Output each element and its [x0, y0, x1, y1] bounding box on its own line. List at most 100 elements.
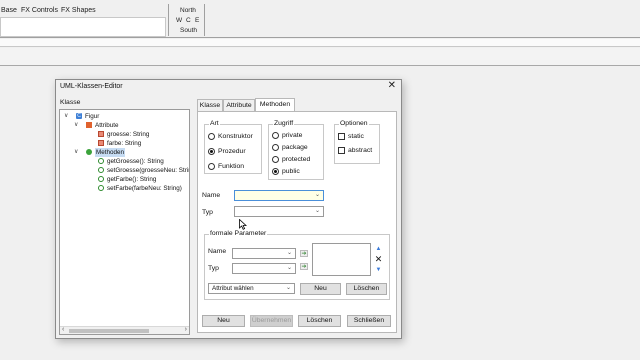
- radio-konstruktor[interactable]: Konstruktor: [208, 133, 253, 141]
- tree-node-attribute[interactable]: groesse: String: [98, 130, 149, 139]
- methods-panel: Art Konstruktor Prozedur Funktion Zugrif…: [197, 111, 397, 333]
- palette-tab-fx-controls[interactable]: FX Controls: [21, 7, 58, 14]
- compass-center[interactable]: C: [186, 17, 191, 24]
- method-icon: [98, 176, 104, 182]
- ruler-bar: [0, 39, 640, 47]
- checkbox-static[interactable]: static: [338, 133, 364, 141]
- class-icon: C: [76, 113, 82, 119]
- param-name-combo[interactable]: ⌄: [232, 248, 296, 259]
- radio-icon: [208, 133, 215, 140]
- tab-klasse[interactable]: Klasse: [197, 99, 223, 111]
- divider: [168, 4, 169, 36]
- method-icon: [98, 158, 104, 164]
- tree-node-class[interactable]: ∨ C Figur: [64, 112, 99, 121]
- attribute-folder-icon: [86, 122, 92, 128]
- tab-attribute[interactable]: Attribute: [223, 99, 255, 111]
- compass-east[interactable]: E: [195, 17, 199, 24]
- class-label: Klasse: [60, 99, 81, 106]
- checkbox-icon: [338, 147, 345, 154]
- scrollbar-thumb[interactable]: [69, 329, 149, 333]
- art-group: Art Konstruktor Prozedur Funktion: [204, 120, 262, 174]
- chevron-down-icon[interactable]: ⌄: [287, 264, 292, 273]
- compass-south[interactable]: South: [180, 27, 197, 34]
- radio-protected[interactable]: protected: [272, 156, 310, 164]
- add-type-arrow-icon[interactable]: ➔: [300, 263, 308, 270]
- typ-label: Typ: [202, 209, 213, 216]
- compass-north[interactable]: North: [180, 7, 196, 14]
- add-param-arrow-icon[interactable]: ➔: [300, 250, 308, 257]
- move-down-icon[interactable]: ▼: [374, 266, 383, 274]
- attribute-icon: [98, 131, 104, 137]
- method-icon: [98, 185, 104, 191]
- collapse-toggle[interactable]: ∨: [64, 112, 68, 121]
- scroll-left-icon[interactable]: ‹: [62, 326, 64, 333]
- radio-private[interactable]: private: [272, 132, 302, 140]
- radio-icon: [272, 144, 279, 151]
- component-palette: Base FX Controls FX Shapes North W C E S…: [0, 0, 640, 38]
- radio-icon: [208, 163, 215, 170]
- close-button[interactable]: Schließen: [347, 315, 391, 327]
- tree-node-methods[interactable]: ∨ Methoden: [74, 148, 126, 157]
- tree-node-attributes[interactable]: ∨ Attribute: [74, 121, 118, 130]
- new-button[interactable]: Neu: [202, 315, 245, 327]
- radio-prozedur[interactable]: Prozedur: [208, 148, 246, 156]
- tree-node-method[interactable]: setFarbe(farbeNeu: String): [98, 184, 182, 193]
- zugriff-group: Zugriff private package protected public: [268, 120, 324, 180]
- method-name-combo[interactable]: ⌄: [234, 190, 324, 201]
- delete-x-icon[interactable]: ✕: [374, 255, 383, 264]
- chevron-down-icon[interactable]: ⌄: [287, 249, 292, 258]
- mouse-cursor-icon: [239, 219, 247, 230]
- uml-class-editor-dialog: UML-Klassen-Editor ✕ Klasse ∨ C Figur ∨ A…: [55, 79, 402, 339]
- method-type-combo[interactable]: ⌄: [234, 206, 324, 217]
- group-title: formale Parameter: [209, 230, 268, 237]
- radio-public[interactable]: public: [272, 168, 300, 176]
- dialog-title: UML-Klassen-Editor: [60, 83, 123, 90]
- tree-node-method[interactable]: getFarbe(): String: [98, 175, 156, 184]
- chevron-down-icon[interactable]: ⌄: [315, 207, 320, 216]
- group-title: Art: [209, 120, 220, 127]
- method-folder-icon: [86, 149, 92, 155]
- collapse-toggle[interactable]: ∨: [74, 148, 78, 157]
- tree-node-attribute[interactable]: farbe: String: [98, 139, 141, 148]
- radio-icon: [272, 132, 279, 139]
- tree-node-method[interactable]: getGroesse(): String: [98, 157, 164, 166]
- parameter-list[interactable]: [312, 243, 371, 276]
- delete-button[interactable]: Löschen: [298, 315, 341, 327]
- palette-tab-fx-shapes[interactable]: FX Shapes: [61, 7, 96, 14]
- class-tree[interactable]: ∨ C Figur ∨ Attribute groesse: String far…: [59, 109, 190, 335]
- param-typ-label: Typ: [208, 265, 219, 272]
- param-type-combo[interactable]: ⌄: [232, 263, 296, 274]
- editor-tab-bar: [0, 48, 640, 66]
- radio-funktion[interactable]: Funktion: [208, 163, 244, 171]
- tab-methoden[interactable]: Methoden: [255, 98, 295, 112]
- attribute-icon: [98, 140, 104, 146]
- checkbox-icon: [338, 133, 345, 140]
- radio-checked-icon: [208, 148, 215, 155]
- tree-node-method[interactable]: setGroesse(groesseNeu: String: [98, 166, 189, 175]
- scroll-right-icon[interactable]: ›: [185, 326, 187, 333]
- close-icon[interactable]: ✕: [388, 81, 396, 91]
- param-delete-button[interactable]: Löschen: [346, 283, 387, 295]
- checkbox-abstract[interactable]: abstract: [338, 147, 372, 155]
- palette-tab-base[interactable]: Base: [1, 7, 17, 14]
- collapse-toggle[interactable]: ∨: [74, 121, 78, 130]
- method-icon: [98, 167, 104, 173]
- compass-west[interactable]: W: [176, 17, 182, 24]
- name-label: Name: [202, 192, 221, 199]
- param-name-label: Name: [208, 248, 227, 255]
- apply-button[interactable]: Übernehmen: [250, 315, 293, 327]
- divider: [204, 4, 205, 36]
- group-title: Optionen: [339, 120, 369, 127]
- radio-checked-icon: [272, 168, 279, 175]
- chevron-down-icon[interactable]: ⌄: [315, 191, 320, 200]
- palette-items-area: [0, 17, 166, 37]
- optionen-group: Optionen static abstract: [334, 120, 380, 164]
- radio-package[interactable]: package: [272, 144, 308, 152]
- group-title: Zugriff: [273, 120, 295, 127]
- radio-icon: [272, 156, 279, 163]
- move-up-icon[interactable]: ▲: [374, 245, 383, 253]
- chevron-down-icon[interactable]: ⌄: [286, 284, 291, 293]
- param-new-button[interactable]: Neu: [300, 283, 341, 295]
- horizontal-scrollbar[interactable]: ‹ ›: [60, 326, 189, 334]
- attribute-select[interactable]: Attribut wählen ⌄: [208, 283, 295, 294]
